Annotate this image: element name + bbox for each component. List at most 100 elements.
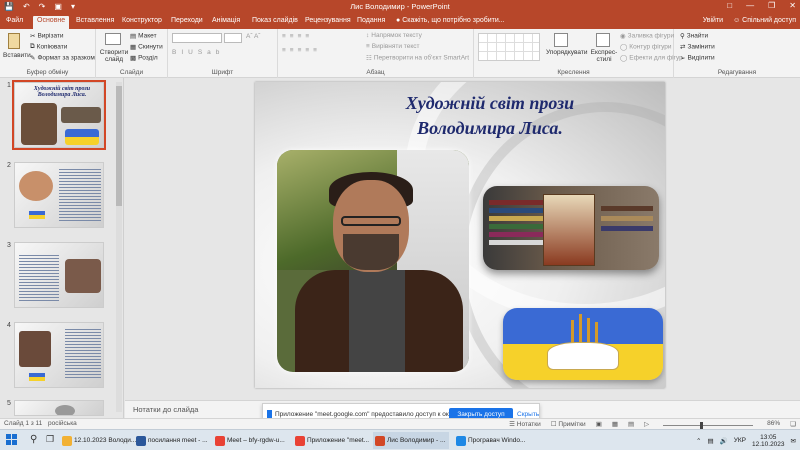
slide-thumbnail-panel: 1 Художній світ прози Володимира Лиса. 2… bbox=[0, 78, 124, 418]
taskbar-app-button[interactable]: Програвач Windo... bbox=[454, 432, 530, 449]
select-button[interactable]: ➢ Виділити bbox=[680, 54, 715, 62]
tab-home[interactable]: Основне bbox=[33, 16, 70, 29]
convert-smartart-button[interactable]: ☷ Перетворити на об'єкт SmartArt bbox=[366, 54, 469, 62]
tab-view[interactable]: Подання bbox=[353, 16, 389, 25]
normal-view-icon[interactable]: ▣ bbox=[596, 420, 602, 428]
new-slide-button[interactable]: Створити слайд bbox=[99, 49, 129, 63]
cut-button[interactable]: ✂ Вирізати bbox=[30, 32, 64, 40]
thumbnail-scrollbar[interactable] bbox=[116, 82, 122, 412]
tab-design[interactable]: Конструктор bbox=[118, 16, 166, 25]
font-size-input[interactable] bbox=[224, 33, 242, 43]
books-image[interactable] bbox=[483, 186, 659, 270]
taskbar-app-button[interactable]: Приложение "meet... bbox=[293, 432, 369, 449]
thumbnail-slide-4[interactable] bbox=[14, 322, 104, 388]
book-spine bbox=[601, 216, 653, 221]
arrange-button[interactable]: Упорядкувати bbox=[546, 49, 587, 56]
thumbnail-slide-2[interactable] bbox=[14, 162, 104, 228]
tell-me-box[interactable]: ● Скажіть, що потрібно зробити... bbox=[392, 16, 509, 25]
tray-overflow-icon[interactable]: ⌃ bbox=[696, 437, 701, 445]
taskbar-app-label: Приложение "meet... bbox=[307, 437, 369, 444]
shapes-gallery[interactable] bbox=[478, 33, 540, 61]
taskbar-app-button[interactable]: 12.10.2023 Володи... bbox=[60, 432, 136, 449]
group-clipboard: Вставити ✂ Вирізати ⧉ Копіювати ✎ Формат за… bbox=[0, 29, 96, 78]
comments-toggle[interactable]: ☐ Примітки bbox=[551, 420, 586, 428]
thumbnail-number: 4 bbox=[7, 322, 11, 329]
replace-button[interactable]: ⇄ Замінити bbox=[680, 43, 715, 51]
tab-insert[interactable]: Вставлення bbox=[72, 16, 118, 25]
book-spine bbox=[489, 224, 543, 229]
zoom-knob[interactable] bbox=[700, 422, 704, 429]
zoom-level[interactable]: 86% bbox=[767, 420, 780, 428]
tab-animations[interactable]: Анімація bbox=[208, 16, 244, 25]
new-slide-icon[interactable] bbox=[105, 33, 121, 45]
slideshow-view-icon[interactable]: ▷ bbox=[644, 420, 649, 428]
ribbon-display-icon[interactable]: □ bbox=[727, 1, 732, 10]
taskbar-app-button[interactable]: посилання meet - ... bbox=[134, 432, 210, 449]
taskbar-app-button[interactable]: Лис Володимир - ... bbox=[373, 432, 449, 449]
signin-link[interactable]: Увійти bbox=[703, 17, 723, 24]
layout-button[interactable]: ▤ Макет bbox=[130, 32, 157, 40]
shape-outline-button[interactable]: ◯ Контур фігури bbox=[620, 43, 672, 51]
find-button[interactable]: ⚲ Знайти bbox=[680, 32, 708, 40]
fit-slide-icon[interactable]: ❏ bbox=[790, 420, 796, 428]
author-portrait-image[interactable] bbox=[277, 150, 469, 372]
shape-fill-button[interactable]: ◉ Заливка фігури bbox=[620, 32, 674, 40]
book-spine bbox=[489, 208, 543, 213]
taskbar-app-label: Програвач Windo... bbox=[468, 437, 526, 444]
scissors-icon: ✂ bbox=[30, 33, 36, 40]
taskbar-app-label: 12.10.2023 Володи... bbox=[74, 437, 136, 444]
scrollbar-thumb[interactable] bbox=[116, 86, 122, 206]
format-painter-button[interactable]: ✎ Формат за зразком bbox=[30, 54, 95, 62]
thumbnail-slide-3[interactable] bbox=[14, 242, 104, 308]
sorter-view-icon[interactable]: ▦ bbox=[612, 420, 618, 428]
text-direction-button[interactable]: ↕ Напрямок тексту bbox=[366, 32, 422, 39]
ukraine-flag-book-image[interactable] bbox=[503, 308, 663, 380]
volume-icon[interactable]: 🔊 bbox=[720, 437, 728, 445]
effects-icon: ◯ bbox=[620, 55, 628, 62]
task-view-icon[interactable]: ❐ bbox=[46, 434, 54, 445]
minimize-icon[interactable]: — bbox=[746, 1, 754, 10]
list-icons[interactable]: ≡≡≡≡ bbox=[282, 33, 313, 40]
zoom-slider[interactable] bbox=[659, 420, 757, 429]
maximize-icon[interactable]: ❐ bbox=[768, 1, 775, 10]
window-title: Лис Володимир - PowerPoint bbox=[350, 2, 450, 11]
quick-styles-button[interactable]: Експрес-стилі bbox=[590, 49, 618, 63]
current-slide[interactable]: Художній світ прози Володимира Лиса. bbox=[255, 82, 665, 388]
notes-toggle[interactable]: ☰ Нотатки bbox=[509, 420, 541, 428]
slide-title[interactable]: Художній світ прози Володимира Лиса. bbox=[325, 91, 655, 141]
input-language[interactable]: УКР bbox=[734, 437, 746, 444]
font-grow-icon[interactable]: Aˆ Aˇ bbox=[246, 33, 260, 40]
tab-slideshow[interactable]: Показ слайдів bbox=[248, 16, 302, 25]
search-icon[interactable]: ⚲ bbox=[30, 434, 37, 445]
tab-transitions[interactable]: Переходи bbox=[167, 16, 207, 25]
align-icons[interactable]: ≡≡≡≡≡ bbox=[282, 47, 321, 54]
close-icon[interactable]: ✕ bbox=[789, 1, 796, 10]
thumbnail-number: 5 bbox=[7, 400, 11, 407]
reading-view-icon[interactable]: ▤ bbox=[628, 420, 634, 428]
language-indicator[interactable]: російська bbox=[48, 420, 77, 427]
thumbnail-slide-1[interactable]: Художній світ прози Володимира Лиса. bbox=[12, 80, 106, 150]
font-name-input[interactable] bbox=[172, 33, 222, 43]
open-book bbox=[547, 342, 619, 370]
notes-icon: ☰ bbox=[509, 421, 517, 428]
app-icon bbox=[456, 436, 466, 446]
align-text-button[interactable]: ≡ Вирівняти текст bbox=[366, 43, 419, 50]
font-format-icons[interactable]: BIUSab bbox=[172, 49, 224, 56]
thumbnail-slide-5[interactable] bbox=[14, 400, 104, 416]
taskbar-app-label: Meet – bfy-rgdw-u... bbox=[227, 437, 285, 444]
tab-file[interactable]: Файл bbox=[2, 16, 27, 25]
reset-button[interactable]: ▦ Скинути bbox=[130, 43, 163, 51]
clock[interactable]: 13:05 12.10.2023 bbox=[752, 434, 785, 448]
copy-button[interactable]: ⧉ Копіювати bbox=[30, 43, 67, 51]
thumbnail-number: 3 bbox=[7, 242, 11, 249]
notifications-icon[interactable]: ✉ bbox=[791, 437, 796, 445]
paste-button[interactable]: Вставити bbox=[3, 52, 31, 59]
tab-review[interactable]: Рецензування bbox=[301, 16, 355, 25]
share-button[interactable]: ☺ Спільний доступ bbox=[733, 17, 796, 24]
section-button[interactable]: ▩ Розділ bbox=[130, 54, 158, 62]
hide-link[interactable]: Скрыть bbox=[517, 411, 539, 418]
windows-start-icon[interactable] bbox=[6, 434, 18, 446]
taskbar-app-button[interactable]: Meet – bfy-rgdw-u... bbox=[213, 432, 289, 449]
paste-icon[interactable] bbox=[8, 33, 20, 49]
network-icon[interactable]: ▤ bbox=[707, 437, 713, 445]
